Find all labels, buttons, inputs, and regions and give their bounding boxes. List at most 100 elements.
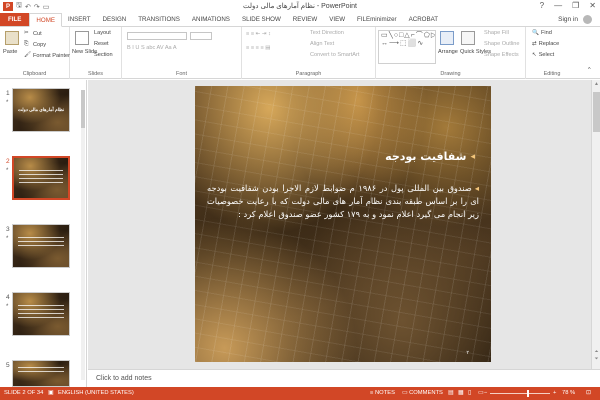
close-button[interactable]: ✕ xyxy=(589,1,596,10)
select-button[interactable]: ↖ Select xyxy=(532,52,554,58)
slide-edit-area: ◂ شفافیت بودجه ◂صندوق بین المللی پول در … xyxy=(88,80,600,369)
paste-icon[interactable] xyxy=(5,31,19,45)
replace-icon: ⇄ xyxy=(532,41,537,47)
clipboard-group: Paste ✂ Cut ⎘ Copy 🖌 Format Painter Clipboa… xyxy=(0,27,70,79)
scroll-up-icon[interactable]: ▲ xyxy=(592,81,600,87)
slide-thumbnail-3[interactable] xyxy=(12,224,70,268)
tab-fileminimizer[interactable]: FILEminimizer xyxy=(351,13,403,26)
slide-sorter-icon[interactable]: ▦ xyxy=(458,390,463,396)
drawing-group-label: Drawing xyxy=(440,71,461,77)
replace-button[interactable]: ⇄ Replace xyxy=(532,41,559,47)
editing-group: 🔍 Find ⇄ Replace ↖ Select Editing xyxy=(526,27,578,79)
shape-outline-button[interactable]: Shape Outline xyxy=(484,41,519,47)
status-bar: SLIDE 2 OF 34 ▣ ENGLISH (UNITED STATES) … xyxy=(0,387,600,400)
tab-slide-show[interactable]: SLIDE SHOW xyxy=(236,13,287,26)
minimize-button[interactable]: — xyxy=(554,1,562,10)
restore-button[interactable]: ❐ xyxy=(572,1,579,10)
slide-body[interactable]: ◂صندوق بین المللی پول در ۱۹۸۶ م ضوابط لا… xyxy=(207,182,479,221)
thumb-text-lines xyxy=(18,367,64,375)
reset-button[interactable]: Reset xyxy=(94,41,109,47)
ribbon-tabs: FILE HOME INSERT DESIGN TRANSITIONS ANIM… xyxy=(0,13,600,27)
tab-insert[interactable]: INSERT xyxy=(62,13,97,26)
tab-file[interactable]: FILE xyxy=(0,13,30,26)
slide-thumbnail-4[interactable] xyxy=(12,292,70,336)
thumb-number: 2 xyxy=(6,158,10,165)
slide-body-text: صندوق بین المللی پول در ۱۹۸۶ م ضوابط لاز… xyxy=(207,183,479,219)
edit-vertical-scrollbar[interactable]: ▲ ⏶ ⏷ xyxy=(591,80,600,369)
comments-toggle-button[interactable]: ▭ COMMENTS xyxy=(402,390,443,396)
language-indicator[interactable]: ENGLISH (UNITED STATES) xyxy=(58,390,134,396)
find-button[interactable]: 🔍 Find xyxy=(532,30,552,36)
help-button[interactable]: ? xyxy=(540,1,544,10)
zoom-in-icon[interactable]: + xyxy=(553,390,556,396)
convert-smartart-button[interactable]: Convert to SmartArt xyxy=(310,52,359,58)
current-slide[interactable]: ◂ شفافیت بودجه ◂صندوق بین المللی پول در … xyxy=(195,86,491,362)
cut-label: Cut xyxy=(33,30,42,37)
slide-title[interactable]: ◂ شفافیت بودجه xyxy=(385,150,475,163)
paste-button[interactable]: Paste xyxy=(3,49,17,55)
arrange-icon[interactable] xyxy=(440,31,454,45)
avatar-icon[interactable] xyxy=(583,15,592,24)
text-direction-button[interactable]: Text Direction xyxy=(310,30,344,36)
align-text-button[interactable]: Align Text xyxy=(310,41,334,47)
replace-label: Replace xyxy=(538,41,560,47)
format-painter-label: Format Painter xyxy=(33,52,70,59)
fit-slide-icon[interactable]: ⊡ xyxy=(586,390,591,396)
shape-fill-button[interactable]: Shape Fill xyxy=(484,30,509,36)
notes-toggle-label: NOTES xyxy=(375,390,395,396)
notes-placeholder[interactable]: Click to add notes xyxy=(96,375,152,382)
paragraph-group: ≡ ≡ ⇤ ⇥ ↕ ≡ ≡ ≡ ≡ ▤ Text Direction Align… xyxy=(242,27,376,79)
copy-button[interactable]: ⎘ Copy xyxy=(24,41,46,48)
spellcheck-icon[interactable]: ▣ xyxy=(48,390,53,396)
zoom-level[interactable]: 78 % xyxy=(562,390,575,396)
tab-transitions[interactable]: TRANSITIONS xyxy=(132,13,186,26)
thumbnail-scrollbar[interactable] xyxy=(81,90,85,380)
arrange-button[interactable]: Arrange xyxy=(438,49,458,55)
shapes-gallery[interactable]: ▭╲○□△⌐⌒⬠▷◇☆{}↔⟶⬚⬜∿ xyxy=(378,30,436,64)
slide-thumbnail-pane: 1 * نظام آمارهای مالی دولت 2 * 3 * 4 * 5 xyxy=(0,80,87,387)
list-buttons[interactable]: ≡ ≡ ⇤ ⇥ ↕ xyxy=(246,31,271,37)
tab-review[interactable]: REVIEW xyxy=(287,13,323,26)
font-format-buttons[interactable]: B I U S abc AV Aa A xyxy=(127,45,177,51)
collapse-ribbon-icon[interactable]: ^ xyxy=(588,67,591,73)
zoom-out-icon[interactable]: − xyxy=(484,390,487,396)
zoom-slider[interactable] xyxy=(490,393,550,394)
slide-thumbnail-2[interactable] xyxy=(12,156,70,200)
notes-pane[interactable]: Click to add notes xyxy=(88,369,600,387)
thumb-text-lines xyxy=(19,170,63,186)
slide-thumbnail-5[interactable] xyxy=(12,360,70,387)
slideshow-icon[interactable]: ▭ xyxy=(478,390,483,396)
quick-styles-icon[interactable] xyxy=(461,31,475,45)
tab-view[interactable]: VIEW xyxy=(323,13,351,26)
thumb-star: * xyxy=(6,304,9,310)
tab-animations[interactable]: ANIMATIONS xyxy=(186,13,236,26)
comments-toggle-label: COMMENTS xyxy=(409,390,443,396)
notes-toggle-button[interactable]: ≡ NOTES xyxy=(370,390,395,396)
new-slide-icon[interactable] xyxy=(75,31,89,45)
format-painter-button[interactable]: 🖌 Format Painter xyxy=(24,52,70,59)
reading-view-icon[interactable]: ▯ xyxy=(468,390,471,396)
sign-in-link[interactable]: Sign in xyxy=(558,16,578,23)
zoom-slider-knob[interactable] xyxy=(527,390,529,397)
previous-slide-icon[interactable]: ⏶ xyxy=(592,349,600,355)
tab-design[interactable]: DESIGN xyxy=(97,13,133,26)
layout-button[interactable]: Layout xyxy=(94,30,111,36)
next-slide-icon[interactable]: ⏷ xyxy=(592,356,600,362)
slides-group: New Slide Layout Reset Section Slides xyxy=(70,27,122,79)
thumb-star: * xyxy=(6,100,9,106)
shape-effects-button[interactable]: Shape Effects xyxy=(484,52,519,58)
scrollbar-handle[interactable] xyxy=(81,90,85,128)
bullet-icon: ◂ xyxy=(474,183,480,193)
paragraph-group-label: Paragraph xyxy=(295,71,322,77)
scrollbar-handle[interactable] xyxy=(593,92,600,132)
tab-home[interactable]: HOME xyxy=(29,13,62,27)
section-button[interactable]: Section xyxy=(94,52,113,58)
slide-thumbnail-1[interactable]: نظام آمارهای مالی دولت xyxy=(12,88,70,132)
font-size-dropdown[interactable] xyxy=(190,32,212,40)
font-name-dropdown[interactable] xyxy=(127,32,187,40)
cut-button[interactable]: ✂ Cut xyxy=(24,30,42,37)
normal-view-icon[interactable]: ▤ xyxy=(448,390,453,396)
alignment-buttons[interactable]: ≡ ≡ ≡ ≡ ▤ xyxy=(246,45,271,51)
tab-acrobat[interactable]: ACROBAT xyxy=(403,13,444,26)
ribbon: Paste ✂ Cut ⎘ Copy 🖌 Format Painter Clipboa… xyxy=(0,27,600,79)
